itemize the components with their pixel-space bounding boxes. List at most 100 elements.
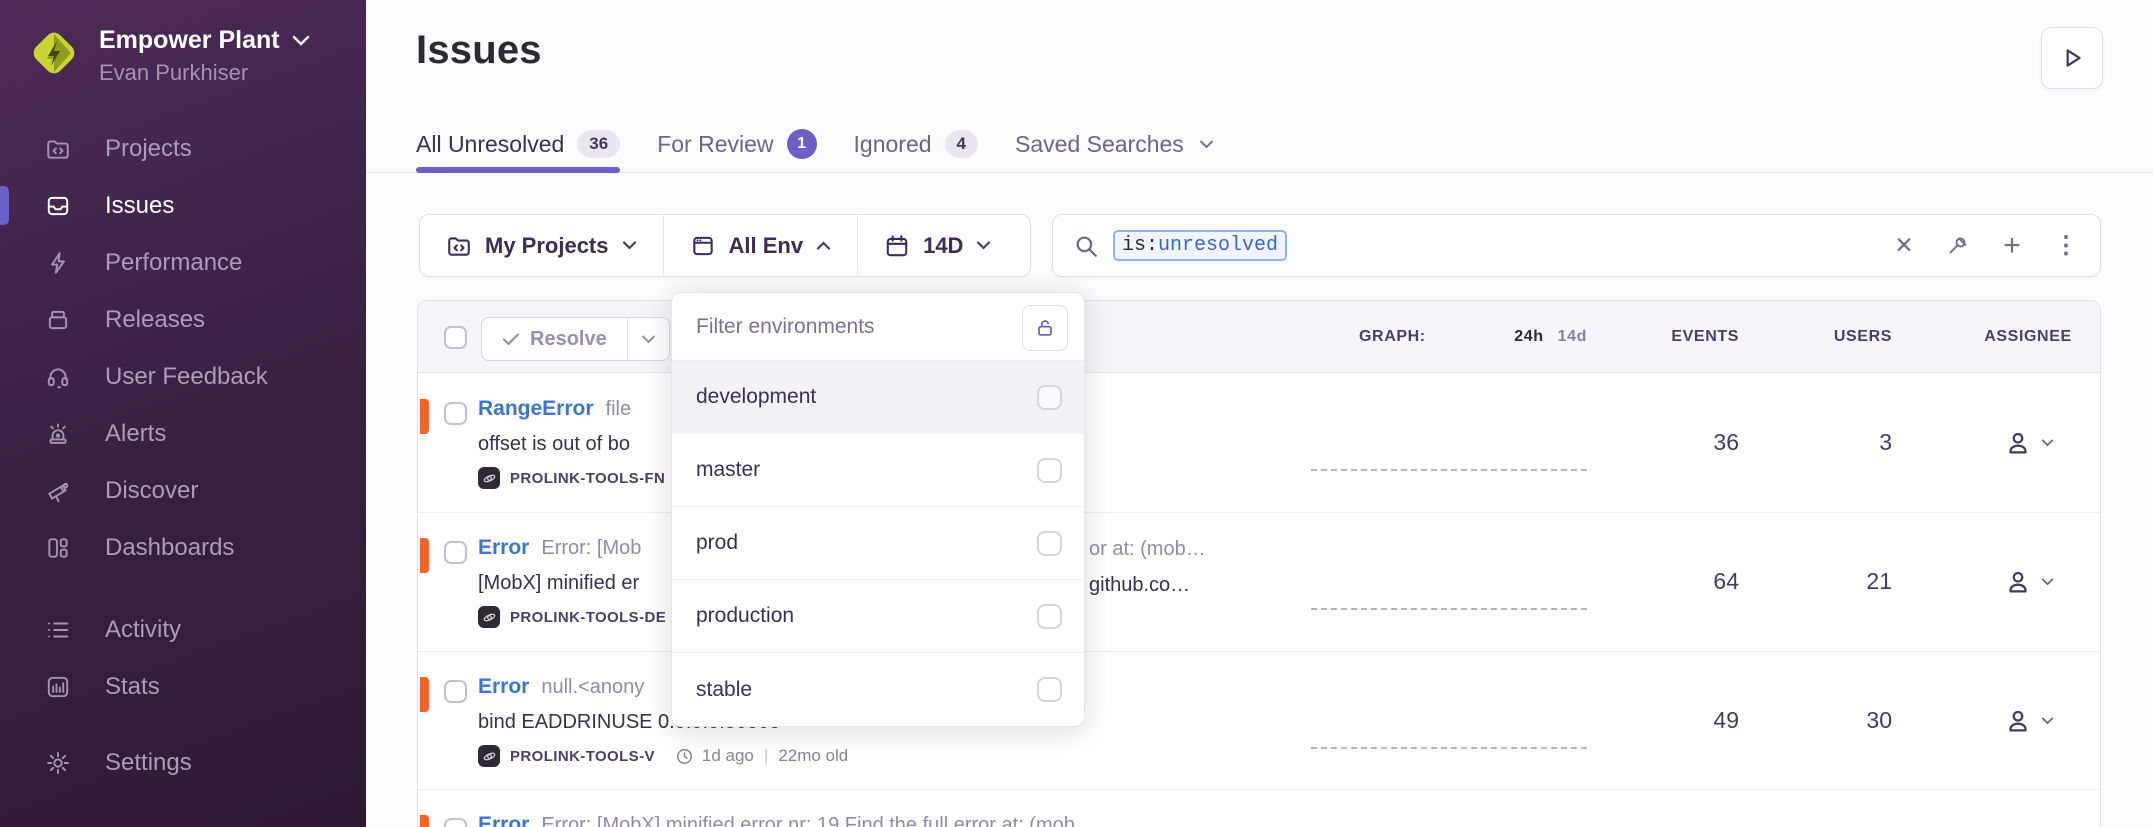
column-header-graph: GRAPH: bbox=[1359, 301, 1426, 373]
main-content: Issues All Unresolved 36 For Review 1 Ig… bbox=[366, 0, 2153, 827]
date-filter-value: 14D bbox=[923, 233, 963, 259]
resolve-dropdown-toggle[interactable] bbox=[627, 318, 669, 360]
env-option-prod[interactable]: prod bbox=[672, 507, 1084, 580]
tab-label: Saved Searches bbox=[1015, 131, 1184, 158]
env-option-label: stable bbox=[696, 678, 752, 702]
sidebar-item-performance[interactable]: Performance bbox=[0, 234, 366, 291]
tab-count-badge: 4 bbox=[945, 130, 978, 158]
error-level-bar bbox=[420, 399, 429, 434]
error-level-bar bbox=[420, 538, 429, 573]
org-switcher[interactable]: Empower Plant Evan Purkhiser bbox=[27, 26, 310, 86]
column-header-events: EVENTS bbox=[1589, 301, 1739, 373]
chevron-down-icon bbox=[622, 241, 637, 250]
sidebar-item-label: Alerts bbox=[105, 420, 166, 448]
resolve-label: Resolve bbox=[530, 328, 607, 351]
project-name[interactable]: PROLINK-TOOLS-V bbox=[510, 748, 655, 765]
env-checkbox[interactable] bbox=[1037, 677, 1062, 702]
issue-message-continued: github.co… bbox=[1089, 574, 1190, 597]
env-option-production[interactable]: production bbox=[672, 580, 1084, 653]
row-checkbox[interactable] bbox=[444, 680, 467, 703]
tab-ignored[interactable]: Ignored 4 bbox=[854, 116, 978, 172]
sidebar-item-alerts[interactable]: Alerts bbox=[0, 405, 366, 462]
project-name[interactable]: PROLINK-TOOLS-FN bbox=[510, 470, 665, 487]
sidebar-nav: Projects Issues Performance Releases Use… bbox=[0, 120, 366, 791]
tab-saved-searches[interactable]: Saved Searches bbox=[1015, 116, 1214, 172]
page-title: Issues bbox=[416, 28, 542, 73]
search-menu-icon[interactable]: ⋮ bbox=[2052, 232, 2080, 260]
env-option-label: production bbox=[696, 604, 794, 628]
resolve-button[interactable]: Resolve bbox=[481, 317, 670, 361]
row-checkbox[interactable] bbox=[444, 541, 467, 564]
assignee-selector[interactable] bbox=[1953, 651, 2101, 790]
env-option-development[interactable]: development bbox=[672, 361, 1084, 434]
sidebar-item-releases[interactable]: Releases bbox=[0, 291, 366, 348]
clock-icon bbox=[675, 747, 694, 766]
sidebar-item-issues[interactable]: Issues bbox=[0, 177, 366, 234]
stats-icon bbox=[45, 674, 71, 700]
sidebar-item-user-feedback[interactable]: User Feedback bbox=[0, 348, 366, 405]
granularity-14d[interactable]: 14d bbox=[1558, 328, 1587, 346]
tab-for-review[interactable]: For Review 1 bbox=[657, 116, 816, 172]
tab-count-badge: 36 bbox=[577, 130, 620, 158]
issue-title-link[interactable]: Error bbox=[478, 813, 529, 827]
environment-dropdown: Filter environments development master p… bbox=[671, 292, 1085, 727]
issue-title-link[interactable]: Error bbox=[478, 536, 529, 559]
lock-environment-button[interactable] bbox=[1022, 305, 1068, 351]
pin-search-icon[interactable] bbox=[1944, 232, 1972, 260]
issue-age: 22mo old bbox=[778, 746, 848, 766]
sidebar-item-discover[interactable]: Discover bbox=[0, 462, 366, 519]
last-seen: 1d ago bbox=[702, 746, 754, 766]
issue-culprit: file bbox=[606, 398, 632, 420]
user-icon bbox=[2003, 428, 2033, 458]
sidebar-item-projects[interactable]: Projects bbox=[0, 120, 366, 177]
environment-filter-value: All Env bbox=[729, 233, 804, 259]
gear-icon bbox=[45, 750, 71, 776]
project-name[interactable]: PROLINK-TOOLS-DE bbox=[510, 609, 666, 626]
sidebar-item-label: Discover bbox=[105, 477, 198, 505]
add-search-icon[interactable]: + bbox=[1998, 232, 2026, 260]
assignee-selector[interactable] bbox=[1953, 512, 2101, 651]
projects-icon bbox=[45, 136, 71, 162]
unlock-icon bbox=[1034, 317, 1056, 339]
issue-culprit: Error: [MobX] minified error nr: 19 Find… bbox=[541, 814, 1075, 827]
environment-filter[interactable]: All Env bbox=[663, 215, 858, 276]
project-filter[interactable]: My Projects bbox=[420, 215, 663, 276]
issue-title-link[interactable]: Error bbox=[478, 675, 529, 698]
env-checkbox[interactable] bbox=[1037, 385, 1062, 410]
granularity-24h[interactable]: 24h bbox=[1514, 328, 1543, 346]
sidebar-item-label: Releases bbox=[105, 306, 205, 334]
clear-search-icon[interactable]: ✕ bbox=[1890, 232, 1918, 260]
sidebar-item-settings[interactable]: Settings bbox=[0, 734, 366, 791]
date-filter[interactable]: 14D bbox=[857, 215, 1017, 276]
tabs-divider bbox=[366, 172, 2153, 173]
row-checkbox[interactable] bbox=[444, 402, 467, 425]
sidebar-item-activity[interactable]: Activity bbox=[0, 601, 366, 658]
environment-filter-input[interactable]: Filter environments bbox=[696, 315, 875, 339]
env-checkbox[interactable] bbox=[1037, 531, 1062, 556]
chevron-down-icon bbox=[292, 35, 310, 46]
issue-title-link[interactable]: RangeError bbox=[478, 397, 594, 420]
chevron-down-icon bbox=[641, 335, 656, 344]
env-checkbox[interactable] bbox=[1037, 458, 1062, 483]
env-option-master[interactable]: master bbox=[672, 434, 1084, 507]
graph-granularity: 24h 14d bbox=[1497, 301, 1587, 373]
chevron-down-icon bbox=[2041, 439, 2054, 447]
tab-all-unresolved[interactable]: All Unresolved 36 bbox=[416, 116, 620, 172]
env-option-stable[interactable]: stable bbox=[672, 653, 1084, 726]
performance-icon bbox=[45, 250, 71, 276]
sidebar-item-label: Dashboards bbox=[105, 534, 234, 562]
replay-button[interactable] bbox=[2041, 27, 2103, 89]
sidebar-item-stats[interactable]: Stats bbox=[0, 658, 366, 715]
row-checkbox[interactable] bbox=[444, 818, 467, 827]
assignee-selector[interactable] bbox=[1953, 373, 2101, 512]
issue-times: 1d ago | 22mo old bbox=[675, 746, 848, 766]
graph-placeholder bbox=[1311, 747, 1587, 749]
alerts-icon bbox=[45, 421, 71, 447]
users-count: 3 bbox=[1742, 373, 1892, 512]
issue-row: Error Error: [MobX] minified error nr: 19… bbox=[418, 789, 2100, 827]
sidebar-item-dashboards[interactable]: Dashboards bbox=[0, 519, 366, 576]
select-all-checkbox[interactable] bbox=[444, 326, 467, 349]
sidebar: Empower Plant Evan Purkhiser Projects Is… bbox=[0, 0, 366, 827]
env-checkbox[interactable] bbox=[1037, 604, 1062, 629]
search-input[interactable]: is:unresolved ✕ + ⋮ bbox=[1052, 214, 2101, 277]
